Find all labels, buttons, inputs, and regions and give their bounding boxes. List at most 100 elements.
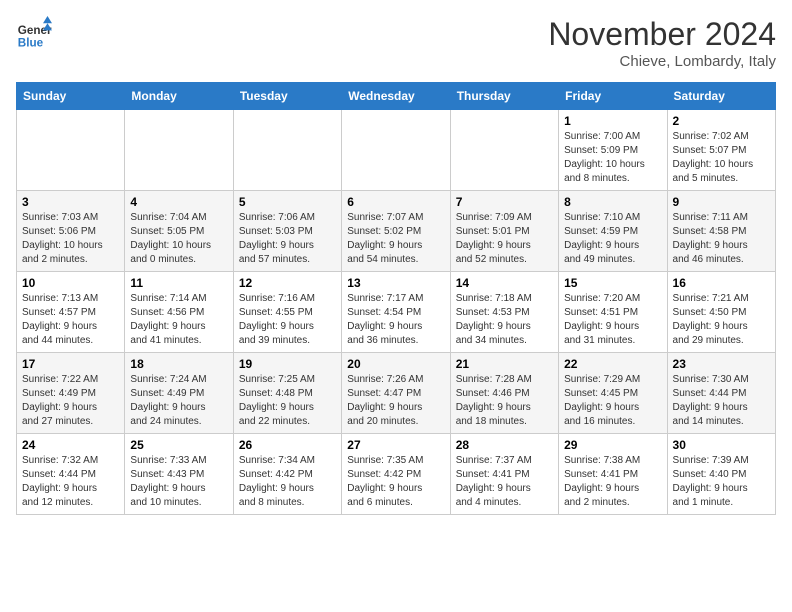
weekday-friday: Friday xyxy=(559,83,667,110)
calendar-cell: 9 Sunrise: 7:11 AM Sunset: 4:58 PM Daylig… xyxy=(667,191,775,272)
logo-icon: General Blue xyxy=(16,16,52,52)
day-number: 4 xyxy=(130,195,227,209)
day-info: Sunrise: 7:29 AM Sunset: 4:45 PM Dayligh… xyxy=(564,373,661,429)
calendar-week-2: 3Sunrise: 7:03 AM Sunset: 5:06 PM Daylig… xyxy=(17,191,776,272)
day-number: 18 xyxy=(130,357,227,371)
day-number: 8 xyxy=(564,195,661,209)
day-info: Sunrise: 7:37 AM Sunset: 4:41 PM Dayligh… xyxy=(456,454,553,510)
day-number: 30 xyxy=(673,438,770,452)
calendar-table: SundayMondayTuesdayWednesdayThursdayFrid… xyxy=(16,82,776,515)
day-info: Sunrise: 7:03 AM Sunset: 5:06 PM Dayligh… xyxy=(22,211,119,267)
day-number: 2 xyxy=(673,114,770,128)
day-number: 5 xyxy=(239,195,336,209)
calendar-cell xyxy=(342,110,450,191)
day-number: 19 xyxy=(239,357,336,371)
day-info: Sunrise: 7:13 AM Sunset: 4:57 PM Dayligh… xyxy=(22,292,119,348)
calendar-cell: 21 Sunrise: 7:28 AM Sunset: 4:46 PM Dayli… xyxy=(450,353,558,434)
calendar-cell xyxy=(450,110,558,191)
day-info: Sunrise: 7:28 AM Sunset: 4:46 PM Dayligh… xyxy=(456,373,553,429)
calendar-week-4: 17 Sunrise: 7:22 AM Sunset: 4:49 PM Dayli… xyxy=(17,353,776,434)
month-title: November 2024 xyxy=(548,16,776,53)
day-info: Sunrise: 7:04 AM Sunset: 5:05 PM Dayligh… xyxy=(130,211,227,267)
day-number: 28 xyxy=(456,438,553,452)
calendar-body: 1Sunrise: 7:00 AM Sunset: 5:09 PM Daylig… xyxy=(17,110,776,515)
day-number: 14 xyxy=(456,276,553,290)
day-number: 25 xyxy=(130,438,227,452)
day-number: 6 xyxy=(347,195,444,209)
page-header: General Blue November 2024 Chieve, Lomba… xyxy=(16,16,776,70)
day-info: Sunrise: 7:11 AM Sunset: 4:58 PM Dayligh… xyxy=(673,211,770,267)
logo: General Blue xyxy=(16,16,56,52)
calendar-cell: 28 Sunrise: 7:37 AM Sunset: 4:41 PM Dayli… xyxy=(450,434,558,515)
calendar-cell: 25 Sunrise: 7:33 AM Sunset: 4:43 PM Dayli… xyxy=(125,434,233,515)
calendar-cell: 4 Sunrise: 7:04 AM Sunset: 5:05 PM Daylig… xyxy=(125,191,233,272)
calendar-cell: 30 Sunrise: 7:39 AM Sunset: 4:40 PM Dayli… xyxy=(667,434,775,515)
day-number: 26 xyxy=(239,438,336,452)
day-info: Sunrise: 7:18 AM Sunset: 4:53 PM Dayligh… xyxy=(456,292,553,348)
day-number: 20 xyxy=(347,357,444,371)
day-number: 13 xyxy=(347,276,444,290)
calendar-cell xyxy=(233,110,341,191)
title-block: November 2024 Chieve, Lombardy, Italy xyxy=(548,16,776,70)
calendar-cell: 5 Sunrise: 7:06 AM Sunset: 5:03 PM Daylig… xyxy=(233,191,341,272)
day-info: Sunrise: 7:25 AM Sunset: 4:48 PM Dayligh… xyxy=(239,373,336,429)
calendar-week-3: 10 Sunrise: 7:13 AM Sunset: 4:57 PM Dayli… xyxy=(17,272,776,353)
day-info: Sunrise: 7:35 AM Sunset: 4:42 PM Dayligh… xyxy=(347,454,444,510)
calendar-cell xyxy=(17,110,125,191)
calendar-cell: 7Sunrise: 7:09 AM Sunset: 5:01 PM Daylig… xyxy=(450,191,558,272)
calendar-cell: 18 Sunrise: 7:24 AM Sunset: 4:49 PM Dayli… xyxy=(125,353,233,434)
day-info: Sunrise: 7:00 AM Sunset: 5:09 PM Dayligh… xyxy=(564,130,661,186)
day-number: 12 xyxy=(239,276,336,290)
calendar-cell: 24 Sunrise: 7:32 AM Sunset: 4:44 PM Dayli… xyxy=(17,434,125,515)
calendar-cell: 22 Sunrise: 7:29 AM Sunset: 4:45 PM Dayli… xyxy=(559,353,667,434)
day-info: Sunrise: 7:10 AM Sunset: 4:59 PM Dayligh… xyxy=(564,211,661,267)
day-number: 16 xyxy=(673,276,770,290)
day-number: 23 xyxy=(673,357,770,371)
day-info: Sunrise: 7:06 AM Sunset: 5:03 PM Dayligh… xyxy=(239,211,336,267)
calendar-cell: 19 Sunrise: 7:25 AM Sunset: 4:48 PM Dayli… xyxy=(233,353,341,434)
calendar-cell: 8 Sunrise: 7:10 AM Sunset: 4:59 PM Daylig… xyxy=(559,191,667,272)
calendar-cell: 2 Sunrise: 7:02 AM Sunset: 5:07 PM Daylig… xyxy=(667,110,775,191)
day-info: Sunrise: 7:24 AM Sunset: 4:49 PM Dayligh… xyxy=(130,373,227,429)
calendar-cell: 11 Sunrise: 7:14 AM Sunset: 4:56 PM Dayli… xyxy=(125,272,233,353)
day-info: Sunrise: 7:14 AM Sunset: 4:56 PM Dayligh… xyxy=(130,292,227,348)
day-number: 15 xyxy=(564,276,661,290)
weekday-header-row: SundayMondayTuesdayWednesdayThursdayFrid… xyxy=(17,83,776,110)
calendar-cell: 29Sunrise: 7:38 AM Sunset: 4:41 PM Dayli… xyxy=(559,434,667,515)
day-number: 10 xyxy=(22,276,119,290)
location: Chieve, Lombardy, Italy xyxy=(548,53,776,70)
day-number: 11 xyxy=(130,276,227,290)
day-info: Sunrise: 7:07 AM Sunset: 5:02 PM Dayligh… xyxy=(347,211,444,267)
calendar-cell: 26 Sunrise: 7:34 AM Sunset: 4:42 PM Dayli… xyxy=(233,434,341,515)
calendar-week-1: 1Sunrise: 7:00 AM Sunset: 5:09 PM Daylig… xyxy=(17,110,776,191)
day-info: Sunrise: 7:17 AM Sunset: 4:54 PM Dayligh… xyxy=(347,292,444,348)
calendar-cell: 20 Sunrise: 7:26 AM Sunset: 4:47 PM Dayli… xyxy=(342,353,450,434)
calendar-cell: 12 Sunrise: 7:16 AM Sunset: 4:55 PM Dayli… xyxy=(233,272,341,353)
day-number: 17 xyxy=(22,357,119,371)
weekday-monday: Monday xyxy=(125,83,233,110)
calendar-cell: 3Sunrise: 7:03 AM Sunset: 5:06 PM Daylig… xyxy=(17,191,125,272)
calendar-cell: 6 Sunrise: 7:07 AM Sunset: 5:02 PM Daylig… xyxy=(342,191,450,272)
day-info: Sunrise: 7:39 AM Sunset: 4:40 PM Dayligh… xyxy=(673,454,770,510)
calendar-cell: 27 Sunrise: 7:35 AM Sunset: 4:42 PM Dayli… xyxy=(342,434,450,515)
weekday-wednesday: Wednesday xyxy=(342,83,450,110)
day-number: 9 xyxy=(673,195,770,209)
day-info: Sunrise: 7:02 AM Sunset: 5:07 PM Dayligh… xyxy=(673,130,770,186)
weekday-sunday: Sunday xyxy=(17,83,125,110)
day-number: 29 xyxy=(564,438,661,452)
day-info: Sunrise: 7:20 AM Sunset: 4:51 PM Dayligh… xyxy=(564,292,661,348)
day-number: 24 xyxy=(22,438,119,452)
calendar-cell xyxy=(125,110,233,191)
day-info: Sunrise: 7:32 AM Sunset: 4:44 PM Dayligh… xyxy=(22,454,119,510)
calendar-cell: 14 Sunrise: 7:18 AM Sunset: 4:53 PM Dayli… xyxy=(450,272,558,353)
day-number: 21 xyxy=(456,357,553,371)
day-info: Sunrise: 7:33 AM Sunset: 4:43 PM Dayligh… xyxy=(130,454,227,510)
day-info: Sunrise: 7:22 AM Sunset: 4:49 PM Dayligh… xyxy=(22,373,119,429)
day-info: Sunrise: 7:34 AM Sunset: 4:42 PM Dayligh… xyxy=(239,454,336,510)
day-number: 22 xyxy=(564,357,661,371)
day-number: 27 xyxy=(347,438,444,452)
calendar-cell: 23Sunrise: 7:30 AM Sunset: 4:44 PM Dayli… xyxy=(667,353,775,434)
day-info: Sunrise: 7:26 AM Sunset: 4:47 PM Dayligh… xyxy=(347,373,444,429)
day-info: Sunrise: 7:16 AM Sunset: 4:55 PM Dayligh… xyxy=(239,292,336,348)
day-info: Sunrise: 7:09 AM Sunset: 5:01 PM Dayligh… xyxy=(456,211,553,267)
